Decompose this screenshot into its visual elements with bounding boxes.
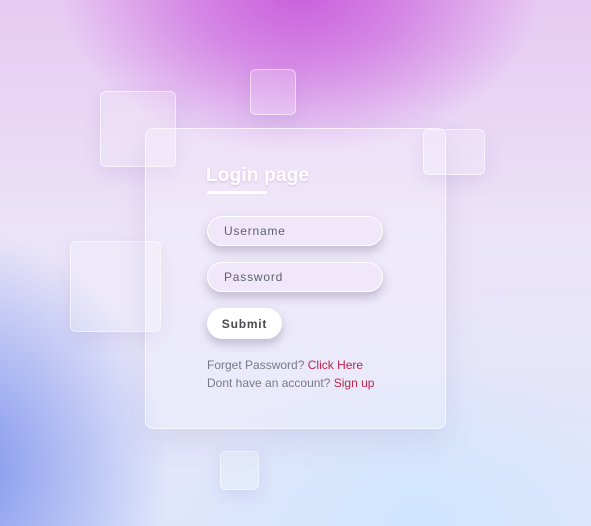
login-title: Login page: [206, 165, 310, 186]
username-input[interactable]: [207, 216, 383, 246]
decorative-glass-square: [250, 69, 296, 115]
signup-text: Dont have an account?: [207, 376, 331, 390]
submit-button[interactable]: Submit: [207, 308, 282, 339]
password-input[interactable]: [207, 262, 383, 292]
signup-link[interactable]: Sign up: [334, 376, 375, 390]
title-underline: [207, 191, 267, 194]
signup-row: Dont have an account? Sign up: [207, 376, 374, 390]
forgot-password-row: Forget Password? Click Here: [207, 358, 363, 372]
decorative-glass-square: [220, 451, 259, 490]
forgot-password-text: Forget Password?: [207, 358, 305, 372]
forgot-password-link[interactable]: Click Here: [308, 358, 363, 372]
decorative-glass-square: [423, 129, 485, 175]
login-card: Login page Submit Forget Password? Click…: [145, 128, 446, 429]
